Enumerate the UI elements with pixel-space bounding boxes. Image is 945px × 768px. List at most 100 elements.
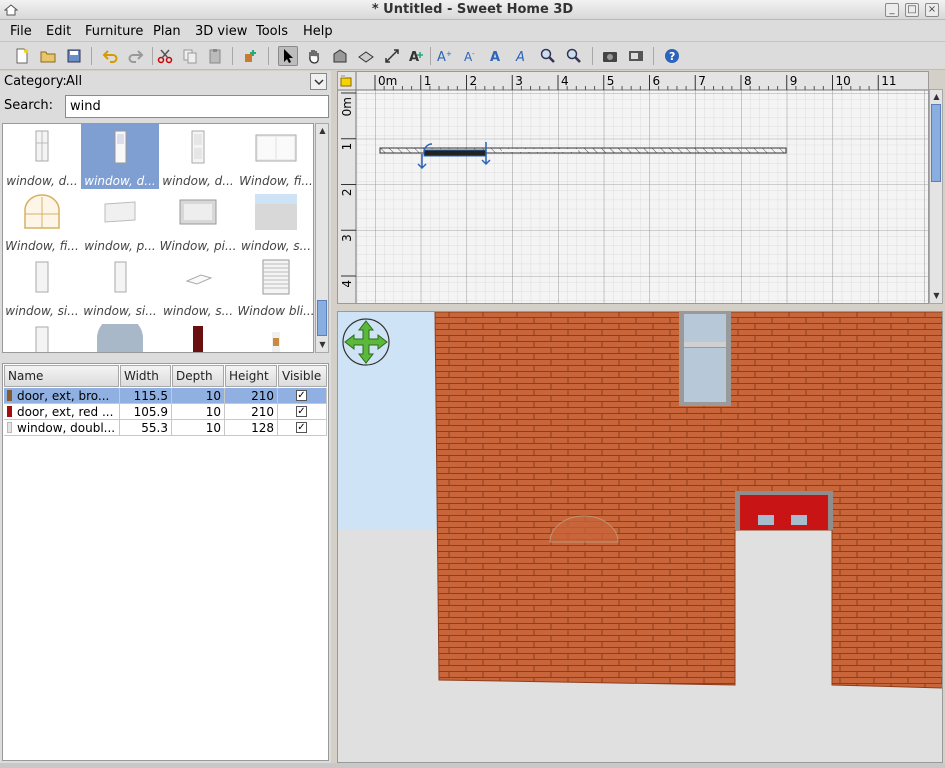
scroll-thumb[interactable] (317, 300, 327, 336)
ruler-label: 11 (881, 74, 896, 88)
category-value[interactable]: All (66, 74, 82, 89)
window-blind-thumbnail (262, 259, 290, 295)
catalog-item[interactable]: Window, fi... (3, 189, 81, 254)
maximize-icon[interactable]: □ (905, 3, 919, 17)
minimize-icon[interactable]: _ (885, 3, 899, 17)
door-icon (7, 390, 12, 401)
search-input[interactable] (65, 95, 329, 118)
column-header-height[interactable]: Height (225, 365, 277, 387)
ruler-label: 9 (790, 74, 798, 88)
window-thumbnail (191, 130, 205, 164)
visible-checkbox[interactable]: ✓ (296, 406, 307, 417)
menu-file[interactable]: File (10, 24, 32, 39)
catalog-item[interactable]: window, d... (159, 124, 237, 189)
menu-bar: File Edit Furniture Plan 3D view Tools H… (0, 20, 945, 42)
catalog-item[interactable]: window, s... (237, 189, 313, 254)
increase-text-size-icon[interactable]: A + (434, 46, 454, 66)
italic-text-icon[interactable]: A (512, 46, 532, 66)
plan-view[interactable]: 0m 1 2 3 4 5 6 7 8 9 10 11 0m 1 2 3 4 (337, 71, 929, 304)
create-rooms-icon[interactable] (356, 46, 376, 66)
add-furniture-icon[interactable] (240, 46, 260, 66)
bold-text-icon[interactable]: A (486, 46, 506, 66)
furniture-catalog: window, d... window, d... window, d... W… (2, 123, 314, 353)
undo-icon[interactable] (100, 46, 120, 66)
decrease-text-size-icon[interactable]: A- (460, 46, 480, 66)
zoom-out-icon[interactable] (564, 46, 584, 66)
create-walls-icon[interactable] (330, 46, 350, 66)
ruler-label: 3 (340, 234, 354, 242)
ruler-label: 7 (698, 74, 706, 88)
catalog-item[interactable]: window, d... (81, 124, 159, 189)
menu-furniture[interactable]: Furniture (85, 24, 143, 39)
table-row[interactable]: door, ext, bro... 115.5 10 210 ✓ (4, 388, 327, 404)
menu-plan[interactable]: Plan (153, 24, 181, 39)
catalog-scrollbar[interactable]: ▲ ▼ (315, 123, 329, 353)
copy-icon[interactable] (180, 46, 200, 66)
menu-3d-view[interactable]: 3D view (195, 24, 247, 39)
catalog-item[interactable] (237, 319, 313, 352)
close-icon[interactable]: × (925, 3, 939, 17)
selected-door[interactable] (423, 149, 487, 157)
column-header-name[interactable]: Name (4, 365, 119, 387)
open-icon[interactable] (38, 46, 58, 66)
visible-checkbox[interactable]: ✓ (296, 422, 307, 433)
category-dropdown[interactable] (310, 73, 327, 90)
zoom-in-icon[interactable] (538, 46, 558, 66)
red-door[interactable] (735, 491, 833, 530)
menu-help[interactable]: Help (303, 24, 333, 39)
create-photo-icon[interactable] (600, 46, 620, 66)
scroll-down-icon[interactable]: ▼ (931, 290, 942, 301)
row-height: 210 (225, 404, 278, 420)
column-header-visible[interactable]: Visible (278, 365, 327, 387)
catalog-item[interactable]: window, si... (81, 254, 159, 319)
table-row[interactable]: door, ext, red ... 105.9 10 210 ✓ (4, 404, 327, 420)
scroll-thumb[interactable] (931, 104, 941, 182)
3d-canvas[interactable] (338, 312, 943, 763)
scroll-down-icon[interactable]: ▼ (317, 339, 328, 350)
table-row[interactable]: window, doubl... 55.3 10 128 ✓ (4, 420, 327, 436)
visible-checkbox[interactable]: ✓ (296, 390, 307, 401)
help-icon[interactable]: ? (662, 46, 682, 66)
create-dimensions-icon[interactable] (382, 46, 402, 66)
column-header-width[interactable]: Width (120, 365, 171, 387)
menu-tools[interactable]: Tools (256, 24, 288, 39)
window-thumbnail (114, 130, 127, 164)
cut-icon[interactable] (155, 46, 175, 66)
catalog-item[interactable]: Window, fi... (237, 124, 313, 189)
catalog-item[interactable]: Window bli... (237, 254, 313, 319)
scroll-up-icon[interactable]: ▲ (931, 91, 942, 102)
window-thumbnail (104, 201, 136, 223)
3d-view[interactable] (337, 311, 943, 763)
catalog-item[interactable] (3, 319, 81, 352)
catalog-item[interactable] (159, 319, 237, 352)
category-label: Category: (4, 74, 67, 89)
create-video-icon[interactable] (626, 46, 646, 66)
catalog-item[interactable]: window, d... (3, 124, 81, 189)
ruler-label: 1 (340, 143, 354, 151)
catalog-item[interactable]: window, si... (3, 254, 81, 319)
window-title: * Untitled - Sweet Home 3D (371, 2, 574, 17)
ruler-label: 2 (470, 74, 478, 88)
window[interactable] (679, 312, 731, 406)
svg-text:-: - (472, 50, 475, 58)
ruler-label: 4 (340, 280, 354, 288)
column-header-depth[interactable]: Depth (172, 365, 224, 387)
pan-mode-icon[interactable] (304, 46, 324, 66)
catalog-item[interactable] (81, 319, 159, 352)
paste-icon[interactable] (205, 46, 225, 66)
new-home-icon[interactable] (12, 46, 32, 66)
add-text-icon[interactable]: A (406, 46, 426, 66)
catalog-item[interactable]: window, p... (81, 189, 159, 254)
redo-icon[interactable] (126, 46, 146, 66)
scroll-up-icon[interactable]: ▲ (317, 125, 328, 136)
plan-scrollbar[interactable]: ▲ ▼ (929, 89, 943, 304)
catalog-item[interactable]: window, s... (159, 254, 237, 319)
select-mode-icon[interactable] (278, 46, 298, 66)
save-icon[interactable] (64, 46, 84, 66)
catalog-item[interactable]: Window, pi... (159, 189, 237, 254)
window-opening (534, 149, 578, 152)
plan-canvas[interactable]: 0m 1 2 3 4 5 6 7 8 9 10 11 0m 1 2 3 4 (338, 72, 929, 304)
navigation-arrows-icon[interactable] (342, 318, 390, 366)
left-pane: Category: All Search: window, d... windo… (0, 71, 331, 768)
menu-edit[interactable]: Edit (46, 24, 71, 39)
